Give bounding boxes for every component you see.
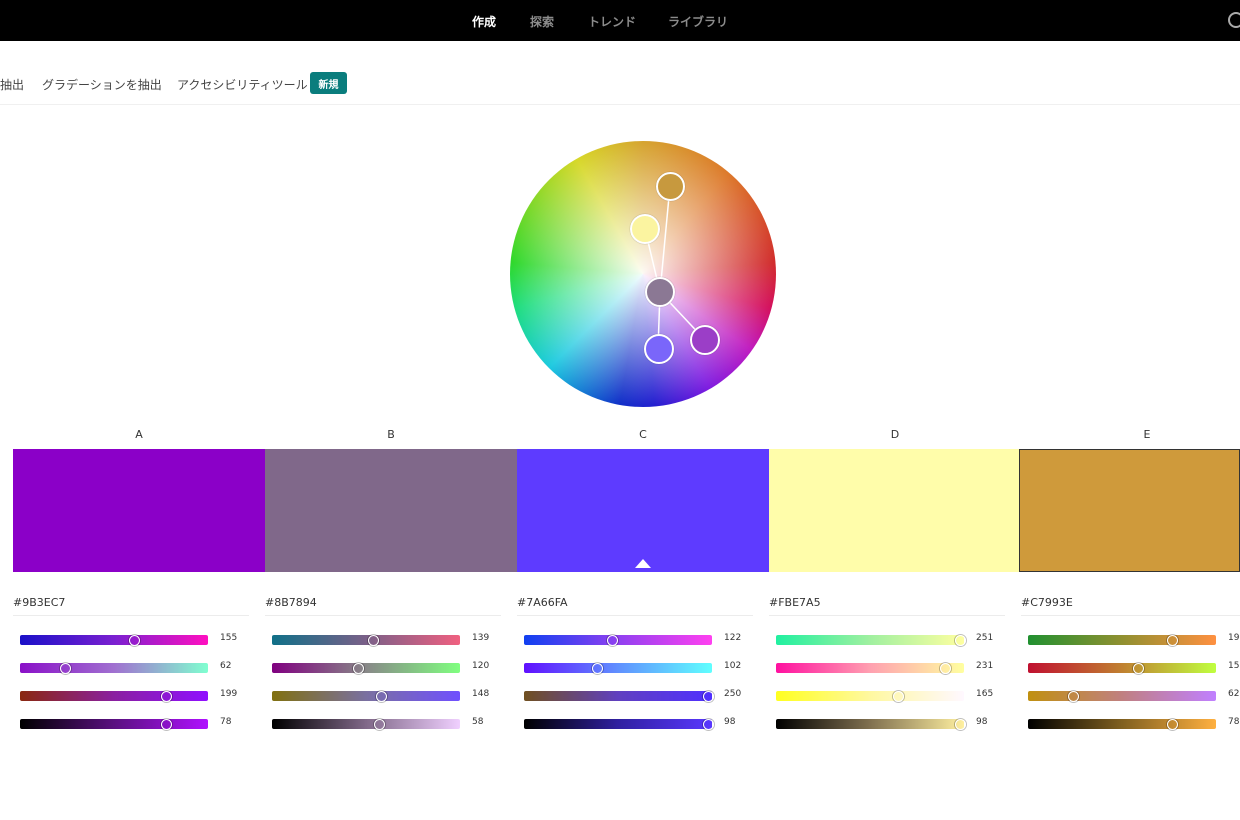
harmony-lines — [644, 185, 706, 350]
slider-value-a-4: 78 — [220, 717, 232, 727]
swatch-d[interactable] — [769, 449, 1021, 572]
top-navigation-bar: 作成 探索 トレンド ライブラリ — [0, 0, 1240, 41]
wheel-handle-a[interactable] — [690, 325, 720, 355]
slider-knob-d-2[interactable] — [939, 662, 951, 674]
slider-d-4[interactable] — [776, 719, 964, 729]
slider-knob-b-2[interactable] — [352, 662, 364, 674]
nav-explore[interactable]: 探索 — [530, 13, 554, 30]
slider-b-2[interactable] — [272, 663, 460, 673]
slider-knob-b-1[interactable] — [368, 634, 380, 646]
slider-knob-a-4[interactable] — [161, 718, 173, 730]
slider-value-c-1: 122 — [724, 633, 742, 643]
slider-knob-c-1[interactable] — [606, 634, 618, 646]
slider-value-d-4: 98 — [976, 717, 988, 727]
swatch-label-a: A — [135, 428, 143, 441]
slider-knob-c-2[interactable] — [591, 662, 603, 674]
hex-b[interactable]: #8B7894 — [265, 596, 501, 616]
slider-b-4[interactable] — [272, 719, 460, 729]
selected-swatch-indicator — [635, 559, 651, 568]
slider-value-b-1: 139 — [472, 633, 490, 643]
hex-a[interactable]: #9B3EC7 — [13, 596, 249, 616]
color-wheel[interactable] — [510, 141, 776, 407]
slider-knob-d-3[interactable] — [892, 690, 904, 702]
hex-c[interactable]: #7A66FA — [517, 596, 753, 616]
swatch-label-b: B — [387, 428, 395, 441]
slider-e-4[interactable] — [1028, 719, 1216, 729]
slider-value-e-1: 199 — [1228, 633, 1240, 643]
slider-value-d-3: 165 — [976, 689, 994, 699]
slider-knob-d-4[interactable] — [954, 718, 966, 730]
slider-value-b-2: 120 — [472, 661, 490, 671]
slider-a-1[interactable] — [20, 635, 208, 645]
swatch-b[interactable] — [265, 449, 517, 572]
slider-knob-e-4[interactable] — [1167, 718, 1179, 730]
slider-value-a-2: 62 — [220, 661, 232, 671]
wheel-handle-b-base[interactable] — [645, 277, 675, 307]
slider-knob-a-3[interactable] — [161, 690, 173, 702]
slider-knob-e-2[interactable] — [1133, 662, 1145, 674]
slider-c-3[interactable] — [524, 691, 712, 701]
slider-c-1[interactable] — [524, 635, 712, 645]
nav-library[interactable]: ライブラリ — [668, 13, 728, 30]
slider-value-d-2: 231 — [976, 661, 994, 671]
slider-value-b-3: 148 — [472, 689, 490, 699]
wheel-handle-e[interactable] — [656, 172, 685, 201]
slider-value-c-2: 102 — [724, 661, 742, 671]
slider-knob-c-3[interactable] — [702, 690, 714, 702]
slider-knob-b-3[interactable] — [375, 690, 387, 702]
slider-d-3[interactable] — [776, 691, 964, 701]
slider-d-1[interactable] — [776, 635, 964, 645]
slider-knob-a-1[interactable] — [129, 634, 141, 646]
wheel-handle-d[interactable] — [630, 214, 660, 244]
slider-value-d-1: 251 — [976, 633, 994, 643]
slider-value-e-3: 62 — [1228, 689, 1240, 699]
swatch-c[interactable] — [517, 449, 769, 572]
slider-knob-d-1[interactable] — [954, 634, 966, 646]
slider-a-2[interactable] — [20, 663, 208, 673]
slider-c-2[interactable] — [524, 663, 712, 673]
slider-value-a-1: 155 — [220, 633, 238, 643]
subnav-accessibility-tools[interactable]: アクセシビリティツール — [177, 76, 308, 93]
slider-value-c-3: 250 — [724, 689, 742, 699]
swatch-label-c: C — [639, 428, 647, 441]
slider-e-2[interactable] — [1028, 663, 1216, 673]
slider-value-a-3: 199 — [220, 689, 238, 699]
hex-d[interactable]: #FBE7A5 — [769, 596, 1005, 616]
slider-a-4[interactable] — [20, 719, 208, 729]
swatch-label-e: E — [1143, 428, 1151, 441]
slider-value-e-4: 78 — [1228, 717, 1240, 727]
wheel-handle-c[interactable] — [644, 334, 674, 364]
hex-e[interactable]: #C7993E — [1021, 596, 1240, 616]
swatch-a[interactable] — [13, 449, 265, 572]
settings-icon[interactable] — [1228, 12, 1240, 28]
slider-c-4[interactable] — [524, 719, 712, 729]
slider-b-3[interactable] — [272, 691, 460, 701]
slider-knob-a-2[interactable] — [59, 662, 71, 674]
swatch-e[interactable] — [1019, 449, 1240, 572]
nav-create[interactable]: 作成 — [472, 13, 496, 30]
slider-b-1[interactable] — [272, 635, 460, 645]
slider-e-3[interactable] — [1028, 691, 1216, 701]
subnav-extract[interactable]: 抽出 — [0, 76, 24, 93]
slider-value-b-4: 58 — [472, 717, 484, 727]
slider-knob-b-4[interactable] — [373, 718, 385, 730]
nav-trends[interactable]: トレンド — [588, 13, 636, 30]
new-badge: 新規 — [310, 72, 347, 94]
swatch-label-d: D — [890, 428, 900, 441]
slider-knob-e-1[interactable] — [1167, 634, 1179, 646]
slider-a-3[interactable] — [20, 691, 208, 701]
slider-value-c-4: 98 — [724, 717, 736, 727]
slider-knob-e-3[interactable] — [1067, 690, 1079, 702]
slider-value-e-2: 153 — [1228, 661, 1240, 671]
slider-knob-c-4[interactable] — [702, 718, 714, 730]
slider-d-2[interactable] — [776, 663, 964, 673]
divider — [0, 104, 1240, 105]
slider-e-1[interactable] — [1028, 635, 1216, 645]
subnav-extract-gradient[interactable]: グラデーションを抽出 — [42, 76, 162, 93]
